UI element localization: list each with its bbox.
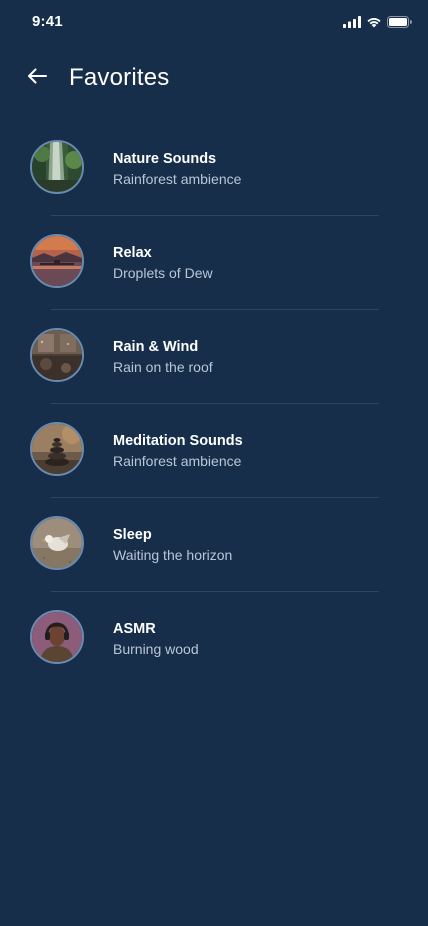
item-title: Nature Sounds xyxy=(113,151,217,167)
item-title: Rain & Wind xyxy=(113,339,199,355)
wifi-icon xyxy=(366,15,382,33)
page-title: Favorites xyxy=(69,64,170,91)
back-button[interactable] xyxy=(22,64,52,92)
list-item-relax[interactable]: Relax Droplets of Dew xyxy=(0,216,428,310)
rainy-window-thumbnail xyxy=(30,328,84,382)
status-time: 9:41 xyxy=(32,13,63,30)
list-item-nature-sounds[interactable]: Nature Sounds Rainforest ambience xyxy=(0,122,428,216)
waterfall-forest-thumbnail xyxy=(30,140,84,194)
arrow-left-icon xyxy=(26,67,48,90)
person-headphones-thumbnail xyxy=(30,610,84,664)
item-title: Meditation Sounds xyxy=(113,433,243,449)
favorites-list: Nature Sounds Rainforest ambience Relax … xyxy=(0,122,428,686)
status-bar: 9:41 xyxy=(0,0,428,44)
list-item-rain-wind[interactable]: Rain & Wind Rain on the roof xyxy=(0,310,428,404)
sunset-lake-thumbnail xyxy=(30,234,84,288)
header: Favorites xyxy=(0,52,428,104)
list-item-asmr[interactable]: ASMR Burning wood xyxy=(0,592,428,686)
status-icons xyxy=(343,15,412,33)
stacked-stones-thumbnail xyxy=(30,422,84,476)
battery-icon xyxy=(387,15,412,33)
list-item-meditation-sounds[interactable]: Meditation Sounds Rainforest ambience xyxy=(0,404,428,498)
cellular-signal-icon xyxy=(343,15,361,33)
item-title: Sleep xyxy=(113,527,152,543)
item-subtitle: Waiting the horizon xyxy=(113,547,233,563)
item-title: Relax xyxy=(113,245,152,261)
item-subtitle: Rain on the roof xyxy=(113,359,213,375)
item-subtitle: Burning wood xyxy=(113,641,199,657)
list-item-sleep[interactable]: Sleep Waiting the horizon xyxy=(0,498,428,592)
item-subtitle: Rainforest ambience xyxy=(113,171,242,187)
item-subtitle: Rainforest ambience xyxy=(113,453,242,469)
item-subtitle: Droplets of Dew xyxy=(113,265,213,281)
item-title: ASMR xyxy=(113,621,156,637)
bird-on-sand-thumbnail xyxy=(30,516,84,570)
